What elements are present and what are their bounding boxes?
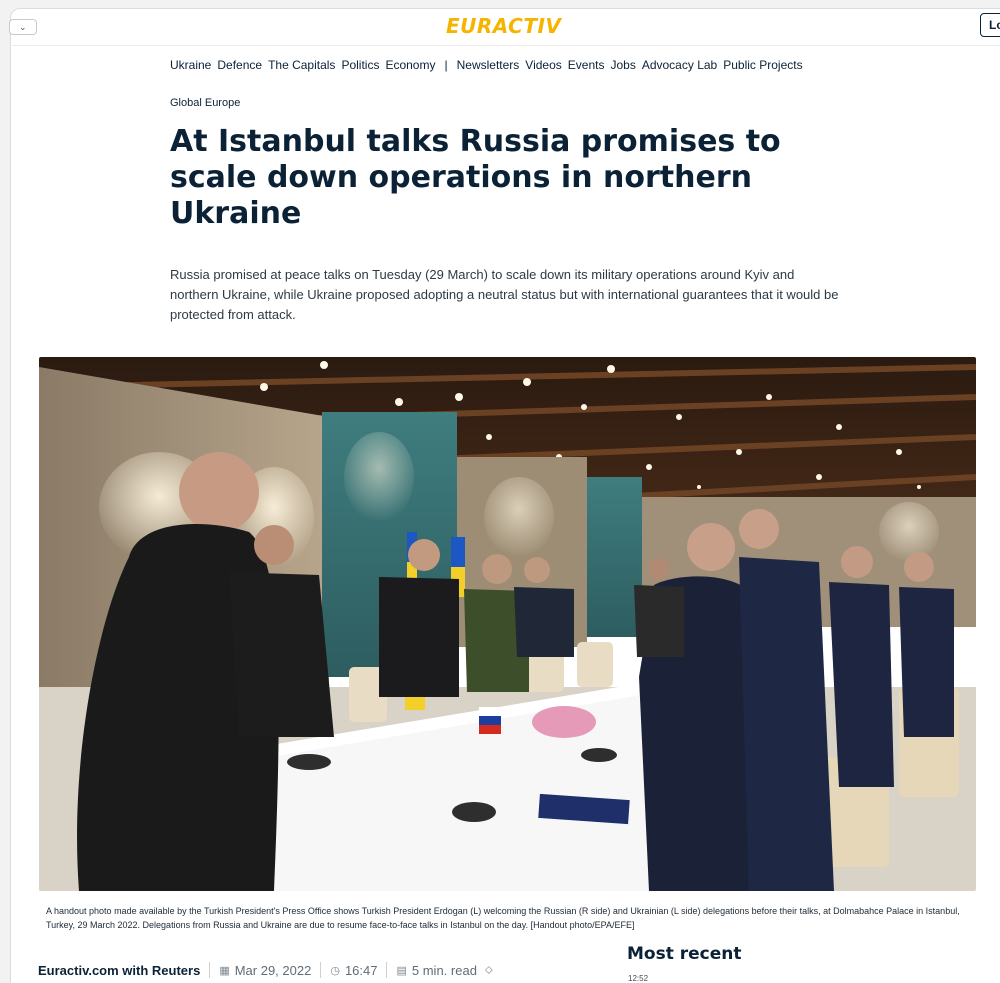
date-item: ▦ Mar 29, 2022	[219, 963, 311, 978]
nav-item-newsletters[interactable]: Newsletters	[457, 58, 520, 72]
nav-item-advocacy-lab[interactable]: Advocacy Lab	[642, 58, 717, 72]
meta-divider	[209, 962, 211, 978]
author-link[interactable]: Euractiv.com with Reuters	[38, 963, 200, 978]
nav-item-the-capitals[interactable]: The Capitals	[268, 58, 335, 72]
read-time-item: ▤ 5 min. read	[396, 963, 476, 978]
read-time-icon: ▤	[396, 964, 407, 977]
time-item: ◷ 16:47	[330, 963, 377, 978]
main-nav: Ukraine Defence The Capitals Politics Ec…	[170, 58, 809, 72]
meta-divider	[320, 962, 322, 978]
site-logo[interactable]: EURACTIV	[446, 14, 561, 38]
menu-toggle-button[interactable]: ⌄	[9, 19, 37, 35]
article-lede: Russia promised at peace talks on Tuesda…	[170, 267, 839, 322]
nav-item-politics[interactable]: Politics	[341, 58, 379, 72]
nav-item-ukraine[interactable]: Ukraine	[170, 58, 211, 72]
nav-item-defence[interactable]: Defence	[217, 58, 262, 72]
article-photo	[39, 357, 976, 891]
calendar-icon: ▦	[219, 964, 230, 977]
article-date: Mar 29, 2022	[234, 962, 312, 978]
clock-icon: ◷	[330, 964, 340, 977]
login-button[interactable]: Lo	[980, 13, 1000, 37]
recent-item-time: 12:52	[628, 974, 649, 983]
article-read-time: 5 min. read	[411, 962, 477, 978]
nav-item-jobs[interactable]: Jobs	[610, 58, 635, 72]
top-bar: ⌄ EURACTIV Lo	[9, 8, 1000, 46]
nav-item-public-projects[interactable]: Public Projects	[723, 58, 802, 72]
section-label[interactable]: Global Europe	[170, 97, 240, 109]
photo-caption: A handout photo made available by the Tu…	[46, 906, 960, 930]
article-headline: At Istanbul talks Russia promises to sca…	[170, 124, 781, 231]
chevron-down-icon: ⌄	[19, 22, 27, 32]
most-recent-title: Most recent	[627, 944, 742, 964]
meta-divider	[386, 962, 388, 978]
tag-icon: ⬦	[484, 963, 493, 976]
article-time: 16:47	[344, 962, 378, 978]
nav-item-videos[interactable]: Videos	[525, 58, 561, 72]
nav-item-events[interactable]: Events	[568, 58, 605, 72]
nav-item-economy[interactable]: Economy	[385, 58, 435, 72]
nav-separator: |	[444, 58, 448, 72]
tag-item[interactable]: ⬦	[485, 964, 498, 977]
article-meta: Euractiv.com with Reuters ▦ Mar 29, 2022…	[38, 962, 498, 978]
